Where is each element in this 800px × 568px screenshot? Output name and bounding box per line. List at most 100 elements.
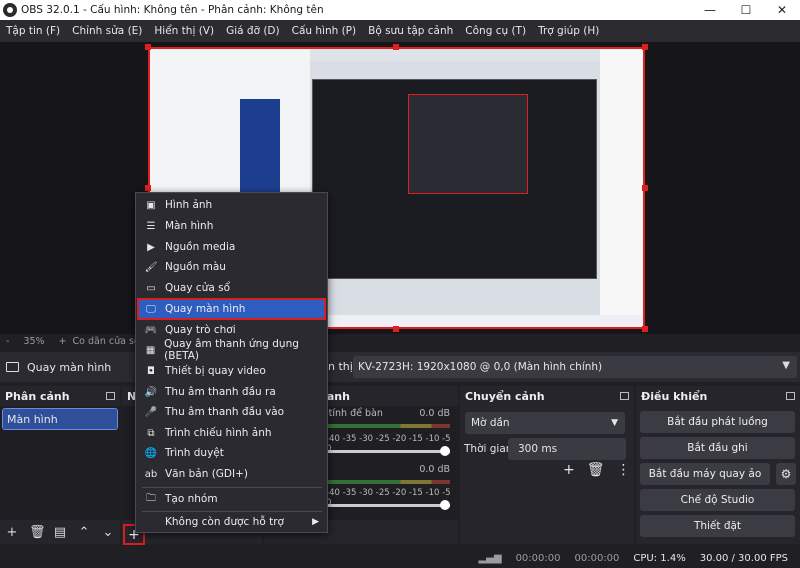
volume-meter <box>326 424 450 428</box>
preview-right-pane <box>600 49 643 327</box>
zoom-in-button[interactable]: + <box>59 336 67 347</box>
display-select[interactable]: KV-2723H: 1920x1080 @ 0,0 (Màn hình chín… <box>353 356 797 378</box>
move-down-icon[interactable]: ⌄ <box>101 525 115 540</box>
volume-slider-thumb[interactable] <box>440 500 450 510</box>
preview-nested-obs-inner <box>408 94 528 194</box>
start-recording-button[interactable]: Bắt đầu ghi <box>640 437 795 459</box>
menu-item-image[interactable]: ▣ Hình ảnh <box>138 195 325 215</box>
filter-icon[interactable]: ▤ <box>53 525 67 540</box>
preview-taskbar <box>310 315 643 327</box>
menu-bar: Tập tin (F) Chỉnh sửa (E) Hiển thị (V) G… <box>0 20 800 42</box>
display-label: n thị <box>328 360 353 373</box>
zoom-out-button[interactable]: - <box>6 336 9 347</box>
menu-edit[interactable]: Chỉnh sửa (E) <box>66 25 148 37</box>
transition-select[interactable]: Mờ dần ▼ <box>465 412 625 434</box>
add-source-menu: ▣ Hình ảnh ☰ Màn hình ▶ Nguồn media 🖌 Ng… <box>135 192 328 533</box>
resize-handle[interactable] <box>145 185 151 191</box>
menu-item-app-audio[interactable]: ▦ Quay âm thanh ứng dụng (BETA) <box>138 338 325 362</box>
menu-profile[interactable]: Cấu hình (P) <box>286 25 363 37</box>
menu-item-color-source[interactable]: 🖌 Nguồn màu <box>138 257 325 277</box>
title-bar: OBS 32.0.1 - Cấu hình: Không tên - Phân … <box>0 0 800 20</box>
menu-item-window-capture[interactable]: ▭ Quay cửa sổ <box>138 278 325 298</box>
scale-mode-label[interactable]: Co dãn cửa sổ <box>73 336 140 347</box>
transitions-title-text: Chuyển cảnh <box>465 389 545 403</box>
menu-item-audio-input[interactable]: 🎤 Thu âm thanh đầu vào <box>138 402 325 422</box>
undock-icon[interactable] <box>786 392 795 400</box>
menu-item-deprecated[interactable]: Không còn được hỗ trợ ▶ <box>138 512 325 532</box>
menu-item-game-capture[interactable]: 🎮 Quay trò chơi <box>138 320 325 340</box>
resize-handle[interactable] <box>145 44 151 50</box>
maximize-button[interactable]: ☐ <box>728 0 764 20</box>
preview-canvas[interactable] <box>0 42 800 334</box>
zoom-level: 35% <box>23 335 45 347</box>
resize-handle[interactable] <box>642 185 648 191</box>
menu-item-label: Trình duyệt <box>165 447 224 459</box>
close-button[interactable]: ✕ <box>764 0 800 20</box>
menu-scene-collection[interactable]: Bộ sưu tập cảnh <box>362 25 459 37</box>
status-bar: ▂▄▆ 00:00:00 00:00:00 CPU: 1.4% 30.00 / … <box>0 548 800 568</box>
brush-icon: 🖌 <box>144 261 158 273</box>
volume-slider-thumb[interactable] <box>440 446 450 456</box>
menu-item-label: Văn bản (GDI+) <box>165 468 249 480</box>
undock-icon[interactable] <box>620 392 629 400</box>
menu-item-video-device[interactable]: ◘ Thiết bị quay video <box>138 361 325 381</box>
menu-tools[interactable]: Công cụ (T) <box>459 25 532 37</box>
menu-help[interactable]: Trợ giúp (H) <box>532 25 605 37</box>
start-virtual-camera-button[interactable]: Bắt đầu máy quay ảo <box>640 463 770 485</box>
controls-title-text: Điều khiển <box>641 389 708 403</box>
menu-item-label: Không còn được hỗ trợ <box>165 516 284 528</box>
folder-icon: 🗀 <box>146 492 156 504</box>
trash-icon[interactable]: 🗑 <box>29 525 46 540</box>
menu-item-display-capture[interactable]: 🖵 Quay màn hình <box>137 298 326 320</box>
menu-item-label: Thiết bị quay video <box>165 365 266 377</box>
scene-item[interactable]: Màn hình <box>2 408 118 430</box>
scenes-list: Màn hình <box>0 406 120 520</box>
settings-button[interactable]: Thiết đặt <box>640 515 795 537</box>
menu-item-group[interactable]: 🗀 Tạo nhóm <box>138 489 325 509</box>
move-up-icon[interactable]: ⌃ <box>77 525 91 540</box>
resize-handle[interactable] <box>393 326 399 332</box>
chevron-down-icon: ▼ <box>611 418 618 428</box>
start-streaming-button[interactable]: Bắt đầu phát luồng <box>640 411 795 433</box>
menu-file[interactable]: Tập tin (F) <box>0 25 66 37</box>
menu-item-label: Thu âm thanh đầu ra <box>165 386 276 398</box>
preview-blue-panel <box>240 99 280 199</box>
add-transition-button[interactable]: + <box>563 462 575 478</box>
menu-item-browser[interactable]: 🌐 Trình duyệt <box>138 443 325 463</box>
menu-item-label: Tạo nhóm <box>165 493 218 505</box>
add-scene-button[interactable]: + <box>5 525 19 540</box>
resize-handle[interactable] <box>393 44 399 50</box>
more-options-icon[interactable]: ⋮ <box>617 462 631 478</box>
monitor-icon <box>6 362 19 372</box>
menu-item-media-source[interactable]: ▶ Nguồn media <box>138 237 325 257</box>
resize-handle[interactable] <box>642 44 648 50</box>
window-title: OBS 32.0.1 - Cấu hình: Không tên - Phân … <box>21 4 324 16</box>
minimize-button[interactable]: — <box>692 0 728 20</box>
trash-icon[interactable]: 🗑 <box>587 462 605 478</box>
transitions-title: Chuyển cảnh <box>460 386 634 406</box>
menu-item-label: Nguồn media <box>165 241 236 253</box>
list-icon: ☰ <box>146 220 156 232</box>
duration-spinbox[interactable]: 300 ms <box>508 438 626 460</box>
menu-item-slideshow[interactable]: ⧉ Trình chiếu hình ảnh <box>138 423 325 443</box>
menu-separator <box>142 487 322 488</box>
gear-icon[interactable]: ⚙ <box>776 463 796 485</box>
scenes-footer: + 🗑 ▤ ⌃ ⌄ <box>0 520 120 544</box>
studio-mode-button[interactable]: Chế độ Studio <box>640 489 795 511</box>
resize-handle[interactable] <box>642 326 648 332</box>
track-db: 0.0 dB <box>419 408 450 419</box>
chevron-right-icon: ▶ <box>312 517 319 527</box>
menu-item-audio-output[interactable]: 🔊 Thu âm thanh đầu ra <box>138 382 325 402</box>
undock-icon[interactable] <box>106 392 115 400</box>
controls-title: Điều khiển <box>636 386 800 406</box>
scene-item-label: Màn hình <box>7 412 58 426</box>
menu-view[interactable]: Hiển thị (V) <box>148 25 220 37</box>
volume-slider[interactable] <box>326 504 450 507</box>
menu-item-scene[interactable]: ☰ Màn hình <box>138 216 325 236</box>
volume-slider[interactable] <box>326 450 450 453</box>
menu-docks[interactable]: Giá đỡ (D) <box>220 25 286 37</box>
menu-item-text-gdi[interactable]: ab Văn bản (GDI+) <box>138 464 325 484</box>
text-icon: ab <box>144 468 158 480</box>
scenes-title-text: Phân cảnh <box>5 389 70 403</box>
monitor-icon: 🖵 <box>146 303 156 315</box>
